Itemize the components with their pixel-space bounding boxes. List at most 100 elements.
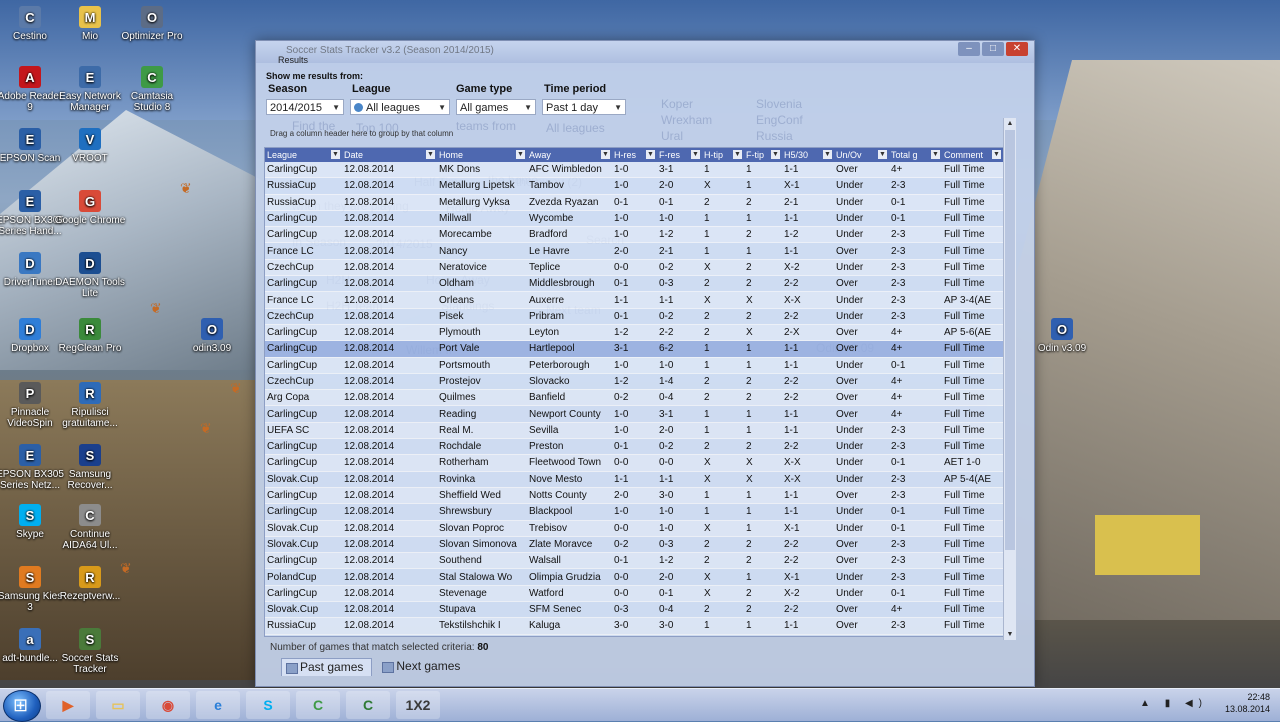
table-row[interactable]: CarlingCup 12.08.2014 Oldham Middlesbrough 0… bbox=[265, 275, 1003, 293]
column-header[interactable]: Home ▼ bbox=[437, 148, 527, 162]
filter-controls: 2014/2015 ▼ All leagues ▼ All games ▼ Pa… bbox=[266, 99, 1006, 117]
table-row[interactable]: Slovak.Cup 12.08.2014 Rovinka Nove Mesto 1-1… bbox=[265, 471, 1003, 488]
table-row[interactable]: France LC 12.08.2014 Orleans Auxerre 1-1 1-1 X… bbox=[265, 291, 1003, 309]
table-row[interactable]: CarlingCup 12.08.2014 Rotherham Fleetwood T… bbox=[265, 454, 1003, 472]
desktop-icon[interactable]: C Camtasia Studio 8 bbox=[116, 66, 188, 113]
table-row[interactable]: Slovak.Cup 12.08.2014 Stupava SFM Senec 0-3 0… bbox=[265, 601, 1003, 619]
table-row[interactable]: RussiaCup 12.08.2014 Metallurg Vyksa Zvezda… bbox=[265, 194, 1003, 211]
table-row[interactable]: CarlingCup 12.08.2014 Portsmouth Peterborou… bbox=[265, 357, 1003, 374]
file-explorer-icon[interactable]: ▭ bbox=[96, 691, 140, 719]
tab-past-games[interactable]: Past games bbox=[281, 658, 373, 676]
filter-dropdown-icon[interactable]: ▼ bbox=[426, 150, 435, 159]
table-cell: Over bbox=[834, 373, 889, 391]
network-icon: E bbox=[79, 66, 101, 88]
desktop-icon[interactable]: D DAEMON Tools Lite bbox=[54, 252, 126, 299]
table-row[interactable]: PolandCup 12.08.2014 Stal Stalowa Wo Olimpi… bbox=[265, 568, 1003, 586]
system-tray-icons[interactable]: ▲ ▮ ◀) bbox=[1140, 698, 1208, 709]
filter-dropdown-icon[interactable]: ▼ bbox=[771, 150, 780, 159]
scroll-down-icon[interactable]: ▼ bbox=[1004, 629, 1016, 640]
filter-dropdown-icon[interactable]: ▼ bbox=[516, 150, 525, 159]
table-row[interactable]: CarlingCup 12.08.2014 Sheffield Wed Notts C… bbox=[265, 487, 1003, 505]
column-header[interactable]: League ▼ bbox=[265, 148, 342, 162]
desktop-icon[interactable]: R Rezeptverw... bbox=[54, 566, 126, 602]
window-titlebar[interactable]: Soccer Stats Tracker v3.2 (Season 2014/2… bbox=[256, 41, 1034, 65]
desktop-icon-odin-left[interactable]: O odin3.09 bbox=[176, 318, 248, 354]
filter-dropdown-icon[interactable]: ▼ bbox=[992, 150, 1001, 159]
table-row[interactable]: CarlingCup 12.08.2014 Rochdale Preston 0-1 0-… bbox=[265, 438, 1003, 456]
media-player-icon[interactable]: ▶ bbox=[46, 691, 90, 719]
table-row[interactable]: CzechCup 12.08.2014 Pisek Pribram 0-1 0-2 2 2 2-… bbox=[265, 308, 1003, 325]
column-header[interactable]: Total g ▼ bbox=[889, 148, 942, 162]
table-row[interactable]: RussiaCup 12.08.2014 Tekstilshchik I Kaluga… bbox=[265, 617, 1003, 635]
table-row[interactable]: Slovak.Cup 12.08.2014 Slovan Poproc Trebiso… bbox=[265, 520, 1003, 537]
tab-next-games[interactable]: Next games bbox=[378, 658, 468, 676]
table-row[interactable]: CarlingCup 12.08.2014 Southend Walsall 0-1 1-… bbox=[265, 552, 1003, 570]
table-row[interactable]: CarlingCup 12.08.2014 Shrewsbury Blackpool 1… bbox=[265, 503, 1003, 521]
desktop-icon[interactable]: G Google Chrome bbox=[54, 190, 126, 226]
column-header[interactable]: F-res ▼ bbox=[657, 148, 702, 162]
minimize-button[interactable]: – bbox=[958, 42, 980, 56]
column-header[interactable]: H5/30 ▼ bbox=[782, 148, 834, 162]
filter-dropdown-icon[interactable]: ▼ bbox=[931, 150, 940, 159]
table-row[interactable]: Arg Copa 12.08.2014 Quilmes Banfield 0-2 0-4 2… bbox=[265, 389, 1003, 407]
internet-explorer-icon[interactable]: e bbox=[196, 691, 240, 719]
desktop-icon-odin-right[interactable]: O Odin v3.09 bbox=[1026, 318, 1098, 354]
filter-dropdown-icon[interactable]: ▼ bbox=[878, 150, 887, 159]
column-header[interactable]: H-tip ▼ bbox=[702, 148, 744, 162]
season-dropdown[interactable]: 2014/2015 ▼ bbox=[266, 99, 344, 115]
timeperiod-dropdown[interactable]: Past 1 day ▼ bbox=[542, 99, 626, 115]
table-row[interactable]: CzechCup 12.08.2014 Neratovice Teplice 0-0 0-… bbox=[265, 259, 1003, 277]
desktop-icon[interactable]: O Optimizer Pro bbox=[116, 6, 188, 42]
table-row[interactable]: CarlingCup 12.08.2014 Millwall Wycombe 1-0 1-… bbox=[265, 210, 1003, 228]
gametype-dropdown[interactable]: All games ▼ bbox=[456, 99, 536, 115]
table-row[interactable]: CzechCup 12.08.2014 Prostejov Slovacko 1-2 1-… bbox=[265, 373, 1003, 391]
table-row[interactable]: France LC 12.08.2014 Nancy Le Havre 2-0 2-1 1 1… bbox=[265, 242, 1003, 260]
table-row[interactable]: CarlingCup 12.08.2014 Port Vale Hartlepool 3… bbox=[265, 340, 1003, 358]
scroll-thumb[interactable] bbox=[1005, 130, 1015, 550]
camtasia-icon[interactable]: C bbox=[296, 691, 340, 719]
close-button[interactable]: ✕ bbox=[1006, 42, 1028, 56]
results-grid[interactable]: League▼Date▼Home▼Away▼All games▼H-res▼F-… bbox=[264, 147, 1004, 637]
column-header[interactable]: H-res ▼ bbox=[612, 148, 657, 162]
filter-dropdown-icon[interactable]: ▼ bbox=[331, 150, 340, 159]
table-cell: CarlingCup bbox=[265, 357, 342, 374]
table-row[interactable]: CarlingCup 12.08.2014 Reading Newport Count… bbox=[265, 405, 1003, 423]
table-row[interactable]: EngConf12.08.2014Telford UnitedMacclesfi… bbox=[265, 634, 1003, 636]
filter-dropdown-icon[interactable]: ▼ bbox=[823, 150, 832, 159]
table-row[interactable]: CarlingCup 12.08.2014 MK Dons AFC Wimbledon… bbox=[265, 162, 1003, 179]
filter-dropdown-icon[interactable]: ▼ bbox=[646, 150, 655, 159]
maximize-button[interactable]: □ bbox=[982, 42, 1004, 56]
soccer-stats-tracker-icon[interactable]: 1X2 bbox=[396, 691, 440, 719]
table-cell: Le Havre bbox=[527, 242, 612, 260]
grid-scrollbar[interactable]: ▲ ▼ bbox=[1003, 118, 1016, 640]
column-header[interactable]: F-tip ▼ bbox=[744, 148, 782, 162]
column-header[interactable]: Date ▼ bbox=[342, 148, 437, 162]
desktop-icon[interactable]: S Samsung Recover... bbox=[54, 444, 126, 491]
table-row[interactable]: RussiaCup 12.08.2014 Metallurg Lipetsk Tamb… bbox=[265, 177, 1003, 195]
table-row[interactable]: CarlingCup 12.08.2014 Plymouth Leyton 1-2 2-2… bbox=[265, 324, 1003, 342]
skype-icon[interactable]: S bbox=[246, 691, 290, 719]
column-header[interactable]: Away ▼ bbox=[527, 148, 612, 162]
desktop-icon[interactable]: R RegClean Pro bbox=[54, 318, 126, 354]
scroll-up-icon[interactable]: ▲ bbox=[1004, 118, 1016, 129]
filter-dropdown-icon[interactable]: ▼ bbox=[733, 150, 742, 159]
camtasia-recorder-icon[interactable]: C bbox=[346, 691, 390, 719]
desktop-icon[interactable]: C Continue AIDA64 Ul... bbox=[54, 504, 126, 551]
start-button[interactable] bbox=[3, 690, 41, 722]
league-dropdown[interactable]: All leagues ▼ bbox=[350, 99, 450, 115]
table-cell: 12.08.2014 bbox=[342, 357, 437, 374]
table-row[interactable]: UEFA SC 12.08.2014 Real M. Sevilla 1-0 2-0 1 1 1… bbox=[265, 422, 1003, 440]
system-clock[interactable]: 22:48 13.08.2014 bbox=[1225, 691, 1270, 715]
table-row[interactable]: Slovak.Cup 12.08.2014 Slovan Simonova Zlate… bbox=[265, 536, 1003, 554]
table-cell: AP 5-6(AE bbox=[942, 324, 1003, 342]
chrome-icon[interactable]: ◉ bbox=[146, 691, 190, 719]
filter-dropdown-icon[interactable]: ▼ bbox=[601, 150, 610, 159]
table-row[interactable]: CarlingCup 12.08.2014 Stevenage Watford 0-0 0… bbox=[265, 585, 1003, 603]
column-header[interactable]: Un/Ov ▼ bbox=[834, 148, 889, 162]
table-row[interactable]: CarlingCup 12.08.2014 Morecambe Bradford 1-0… bbox=[265, 226, 1003, 244]
filter-dropdown-icon[interactable]: ▼ bbox=[691, 150, 700, 159]
desktop-icon[interactable]: S Soccer Stats Tracker bbox=[54, 628, 126, 675]
column-header[interactable]: Comment ▼ bbox=[942, 148, 1003, 162]
desktop-icon[interactable]: R Ripulisci gratuitame... bbox=[54, 382, 126, 429]
desktop-icon[interactable]: V VROOT bbox=[54, 128, 126, 164]
